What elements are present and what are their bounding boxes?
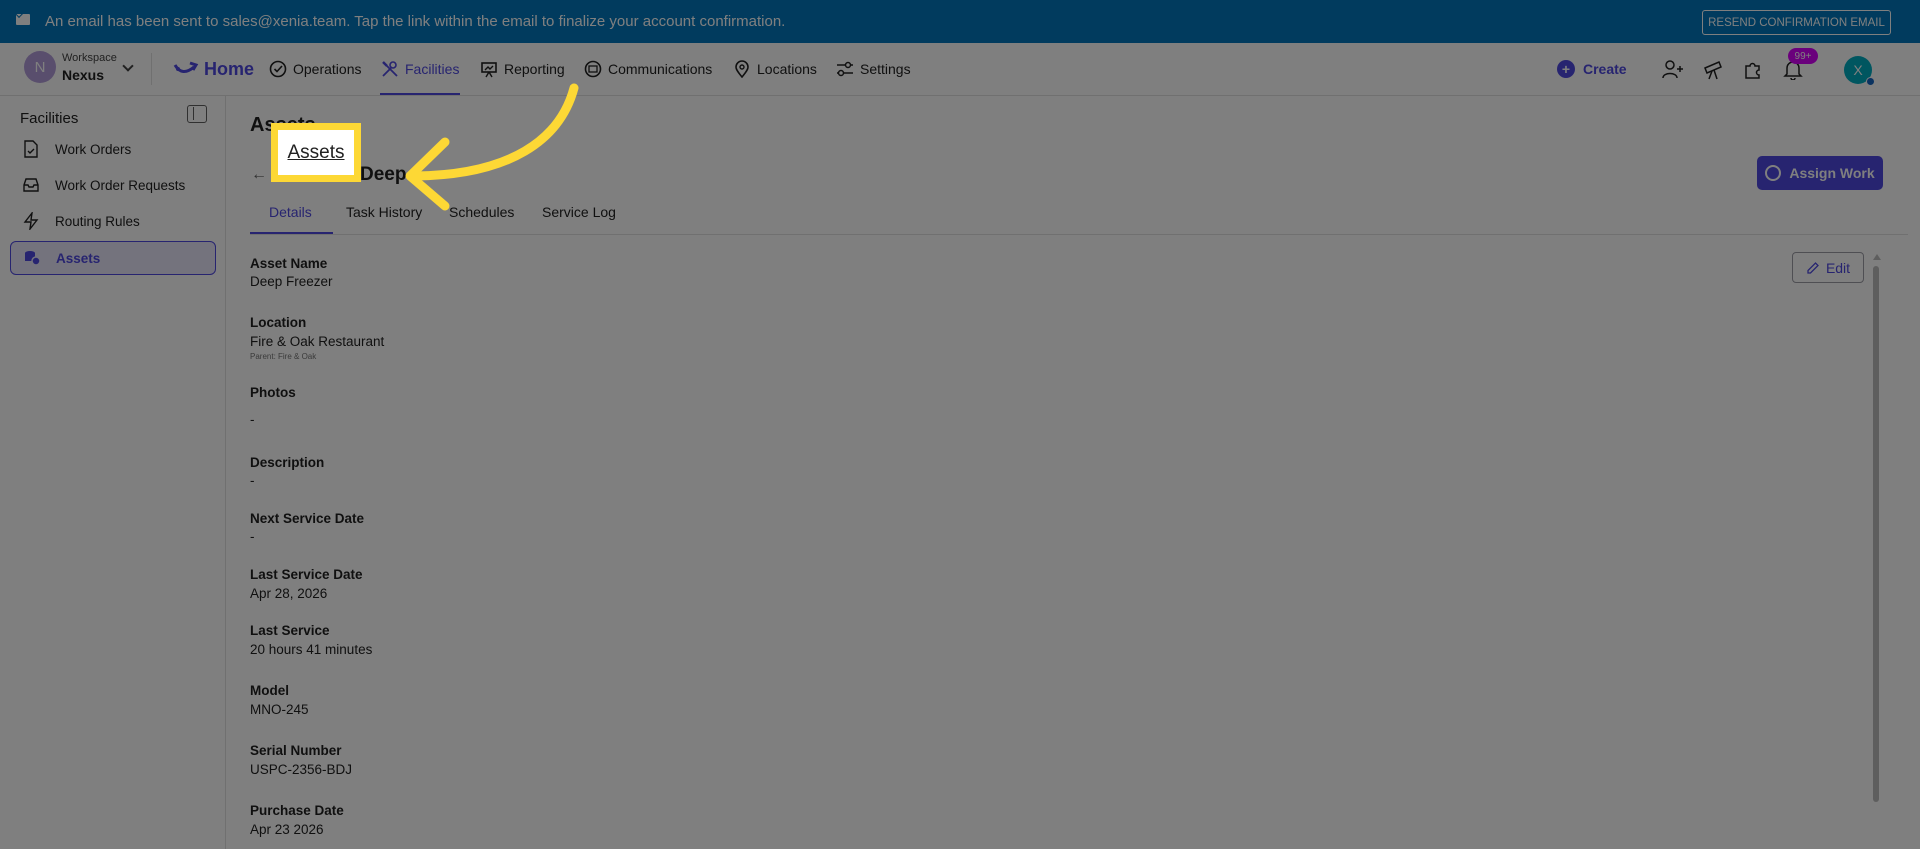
pointer-arrow-icon xyxy=(405,83,579,211)
